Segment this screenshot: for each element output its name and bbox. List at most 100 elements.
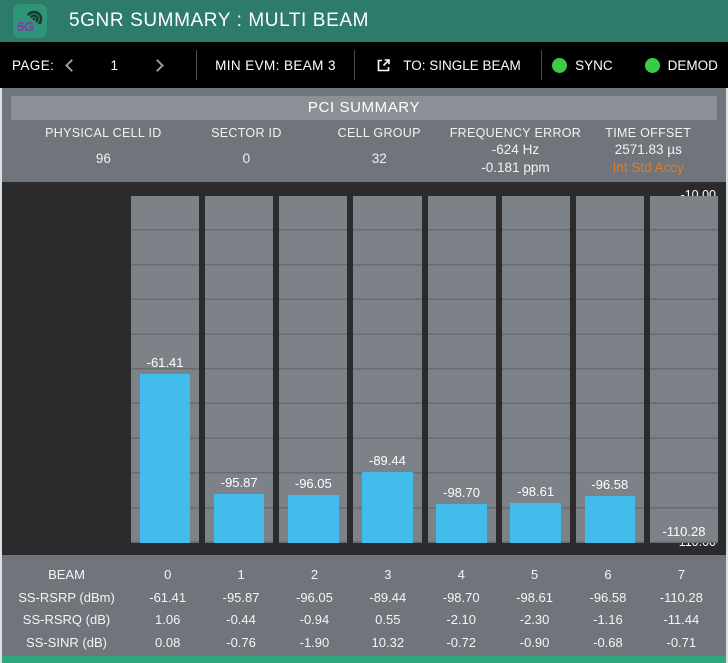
- table-cell: -0.94: [299, 612, 330, 627]
- bar-value-label: -98.61: [517, 484, 555, 500]
- table-cell: 7: [677, 567, 685, 582]
- beam-bar: [362, 471, 413, 543]
- table-cell: 0: [164, 567, 172, 582]
- pci-field-label: SECTOR ID: [211, 126, 282, 140]
- main-content: PCI SUMMARY PHYSICAL CELL ID 96 SECTOR ID 0…: [0, 88, 728, 663]
- beam-column: -61.41: [131, 196, 200, 543]
- table-row: SS-SINR (dB) 0.08 -0.76 -1.90 10.32 -0.72 -0.9…: [2, 632, 718, 655]
- table-cell: 0.08: [155, 634, 181, 650]
- beam-column: -110.28: [649, 196, 718, 543]
- bar-value-label: -89.44: [369, 452, 406, 468]
- table-cell: -89.44: [369, 589, 407, 605]
- page-prev-button[interactable]: [54, 50, 84, 80]
- bar-value-label: -96.58: [591, 477, 629, 493]
- pci-field: FREQUENCY ERROR -624 Hz -0.181 ppm: [447, 126, 583, 175]
- beam-column: -89.44: [353, 196, 422, 543]
- signal-arcs-icon: [27, 10, 43, 24]
- to-single-beam-label: TO: SINGLE BEAM: [403, 57, 521, 73]
- pci-field-label: PHYSICAL CELL ID: [45, 126, 162, 140]
- sync-status-dot: [552, 57, 568, 73]
- table-cell: -61.41: [149, 589, 187, 605]
- pci-field-value: 2571.83 µs: [614, 142, 682, 157]
- table-cell: -11.44: [663, 612, 700, 627]
- pci-field-label: CELL GROUP: [337, 126, 421, 140]
- beam-measurement-table: BEAM 0 1 2 3 4 5 6 7 SS-RSRP (dBm) -61.41 -95.87 -96…: [2, 555, 726, 656]
- bar-value-label: -61.41: [146, 355, 184, 371]
- chevron-right-icon: [150, 58, 164, 72]
- external-link-icon: [377, 58, 391, 71]
- table-cell: -2.10: [446, 612, 476, 627]
- table-cell: 2: [310, 567, 319, 582]
- pci-field: PHYSICAL CELL ID 96: [25, 126, 182, 175]
- beam-bar: [584, 496, 635, 543]
- table-cell: -98.61: [516, 589, 553, 605]
- table-cell: -98.70: [442, 589, 480, 605]
- pci-field: CELL GROUP 32: [311, 126, 447, 175]
- pci-summary-header: PCI SUMMARY: [11, 96, 717, 120]
- bottom-accent-strip: [2, 656, 726, 663]
- table-cell: -0.72: [446, 634, 476, 650]
- beam-rsrp-chart: -10.00-20.00-30.00-40.00-50.00-60.00-70.…: [2, 182, 726, 555]
- beam-bar: [436, 503, 487, 543]
- table-cell: 1.06: [155, 612, 181, 627]
- table-cell: -0.76: [226, 634, 256, 650]
- table-cell: -0.44: [226, 612, 256, 627]
- row-label: SS-RSRQ (dB): [22, 612, 111, 627]
- pci-summary-section: PCI SUMMARY PHYSICAL CELL ID 96 SECTOR ID 0…: [2, 88, 726, 182]
- demod-label: DEMOD: [667, 57, 718, 73]
- beam-bar: [139, 374, 191, 543]
- table-row: SS-RSRP (dBm) -61.41 -95.87 -96.05 -89.44 -98…: [2, 587, 718, 610]
- bar-value-label: -98.70: [443, 484, 480, 500]
- bar-value-label: -95.87: [220, 474, 258, 490]
- page-next-button[interactable]: [144, 50, 174, 80]
- table-cell: -0.71: [666, 634, 697, 650]
- nav-bar: PAGE: 1 MIN EVM: BEAM 3 TO: SINGLE BEAM …: [0, 42, 728, 88]
- table-cell: 3: [384, 567, 392, 582]
- table-cell: -1.16: [593, 612, 623, 627]
- row-label: BEAM: [48, 567, 85, 582]
- pci-field-label: TIME OFFSET: [605, 126, 692, 140]
- table-cell: -110.28: [659, 589, 703, 605]
- table-cell: -0.68: [593, 634, 623, 650]
- beam-column: -96.58: [575, 196, 644, 543]
- sync-status: SYNC: [552, 57, 613, 73]
- table-cell: 4: [457, 567, 465, 582]
- table-cell: 1: [237, 567, 245, 582]
- table-row: BEAM 0 1 2 3 4 5 6 7: [2, 564, 718, 587]
- beam-column: -98.70: [427, 196, 496, 543]
- plot-area: -61.41 -95.87 -96.05 -89.44 -98.70 -98.61 -96.…: [131, 196, 718, 543]
- pci-field-value: 96: [95, 151, 111, 166]
- page-title: 5GNR SUMMARY : MULTI BEAM: [69, 10, 370, 31]
- pci-fields: PHYSICAL CELL ID 96 SECTOR ID 0 CELL GROUP 32…: [11, 120, 717, 175]
- table-cell: -96.05: [296, 589, 333, 605]
- min-evm-indicator: MIN EVM: BEAM 3: [215, 57, 336, 73]
- sync-label: SYNC: [575, 57, 613, 73]
- title-bar: 5G 5GNR SUMMARY : MULTI BEAM: [0, 0, 728, 42]
- beam-bar: [510, 503, 561, 543]
- pci-field-subvalue: Int Std Accy: [612, 160, 684, 175]
- beam-column: -96.05: [279, 196, 348, 543]
- table-cell: -0.90: [519, 634, 550, 650]
- table-cell: 5: [530, 567, 539, 582]
- status-indicators: SYNC DEMOD: [542, 57, 728, 73]
- demod-status-dot: [644, 57, 660, 73]
- table-cell: -96.58: [589, 589, 627, 605]
- to-single-beam-button[interactable]: TO: SINGLE BEAM: [355, 57, 541, 74]
- pci-field: TIME OFFSET 2571.83 µs Int Std Accy: [584, 126, 713, 175]
- app-window: 5G 5GNR SUMMARY : MULTI BEAM PAGE: 1 MIN…: [0, 0, 728, 663]
- pci-field-value: 0: [242, 151, 251, 166]
- beam-column: -98.61: [501, 196, 570, 543]
- table-cell: 6: [604, 567, 612, 582]
- pci-field-value: 32: [371, 151, 387, 166]
- row-label: SS-SINR (dB): [26, 634, 107, 650]
- page-number: 1: [110, 57, 119, 73]
- table-cell: -2.30: [519, 612, 550, 627]
- chevron-left-icon: [64, 58, 78, 72]
- table-cell: -95.87: [222, 589, 260, 605]
- beam-column: -95.87: [205, 196, 274, 543]
- demod-status: DEMOD: [644, 57, 718, 73]
- pci-field: SECTOR ID 0: [182, 126, 311, 175]
- bar-value-label: -96.05: [294, 475, 332, 491]
- table-cell: 0.55: [375, 612, 401, 627]
- table-cell: 10.32: [371, 634, 405, 650]
